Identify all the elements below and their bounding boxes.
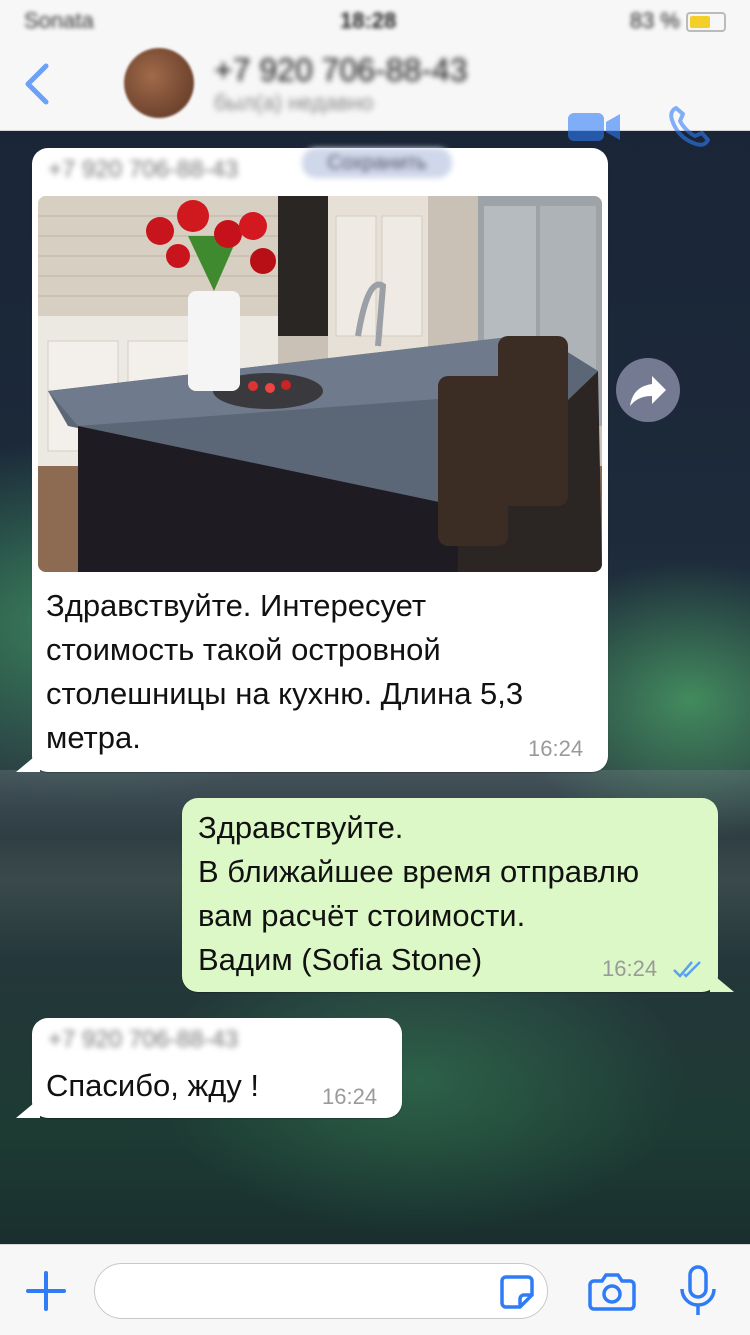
message-time: 16:24 xyxy=(528,736,584,761)
message-input[interactable] xyxy=(94,1263,548,1319)
message-sender: +7 920 706-88-43 xyxy=(48,156,239,183)
message-composer xyxy=(0,1244,750,1335)
camera-icon[interactable] xyxy=(588,1271,636,1311)
forward-icon[interactable] xyxy=(616,358,680,422)
contact-avatar[interactable] xyxy=(124,48,194,118)
sticker-icon[interactable] xyxy=(498,1273,536,1311)
battery-percent: 83 % xyxy=(629,8,680,33)
bubble-tail xyxy=(710,972,734,992)
message-time: 16:24 xyxy=(602,956,658,981)
battery-icon xyxy=(686,12,726,32)
message-sender: +7 920 706-88-43 xyxy=(48,1026,239,1053)
contact-name[interactable]: +7 920 706-88-43 xyxy=(214,52,468,89)
outgoing-message[interactable]: Здравствуйте. В ближайшее время отправлю… xyxy=(182,798,718,992)
microphone-icon[interactable] xyxy=(678,1263,718,1319)
message-text: Здравствуйте. В ближайшее время отправлю… xyxy=(198,810,640,977)
carrier-label: Sonata xyxy=(24,8,94,33)
clock: 18:28 xyxy=(340,8,397,33)
message-time: 16:24 xyxy=(322,1084,378,1109)
kitchen-island-photo[interactable] xyxy=(38,196,602,572)
status-bar: Sonata 18:28 83 % xyxy=(0,0,750,40)
save-contact-badge[interactable]: Сохранить xyxy=(302,148,452,178)
chevron-left-icon[interactable] xyxy=(18,60,58,108)
incoming-message-with-photo[interactable]: +7 920 706-88-43 Сохранить Здравствуйте.… xyxy=(32,148,608,772)
bubble-tail xyxy=(16,1098,40,1118)
contact-status: был(а) недавно xyxy=(214,90,374,115)
bubble-tail xyxy=(16,752,40,772)
video-camera-icon[interactable] xyxy=(566,110,622,144)
double-check-read-icon xyxy=(672,958,708,980)
plus-icon[interactable] xyxy=(24,1269,68,1313)
phone-icon[interactable] xyxy=(664,102,714,152)
incoming-message[interactable]: +7 920 706-88-43 Спасибо, жду ! 16:24 xyxy=(32,1018,402,1118)
message-text: Спасибо, жду ! xyxy=(46,1068,260,1103)
message-text: Здравствуйте. Интересует стоимость такой… xyxy=(46,588,524,755)
